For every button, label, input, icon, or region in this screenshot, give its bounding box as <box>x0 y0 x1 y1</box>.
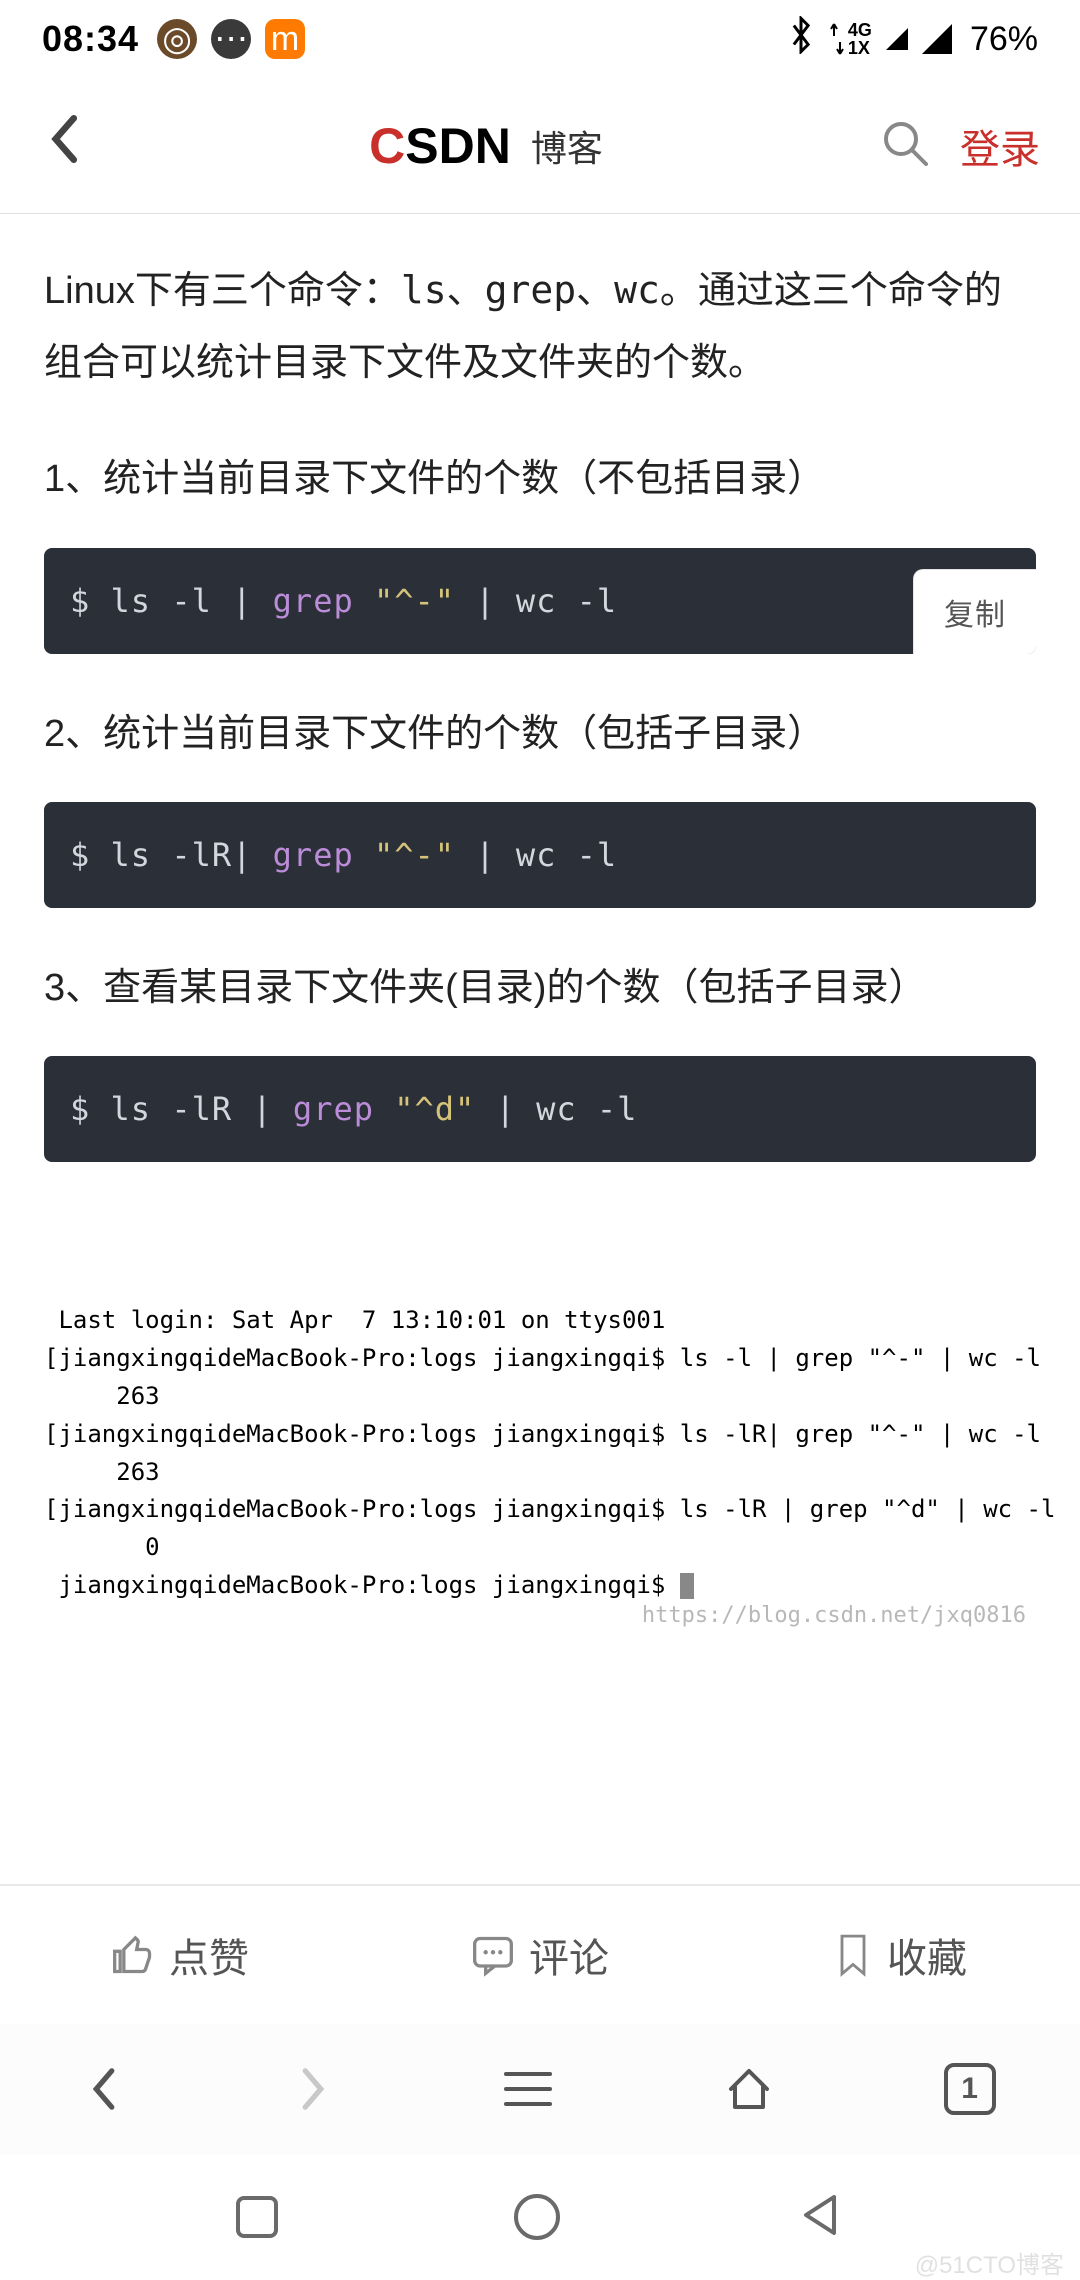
cursor-icon <box>680 1573 694 1599</box>
thumbs-up-icon <box>111 1933 155 1977</box>
terminal-watermark: https://blog.csdn.net/jxq0816 <box>44 1603 1036 1628</box>
like-button[interactable]: 点赞 <box>0 1886 360 2024</box>
back-button[interactable] <box>40 104 92 187</box>
comment-button[interactable]: 评论 <box>360 1886 720 2024</box>
app-icon-2: ⋯ <box>211 19 251 59</box>
page-watermark: @51CTO博客 <box>915 2245 1064 2280</box>
battery-level: 76% <box>970 20 1038 59</box>
bookmark-icon <box>833 1933 873 1977</box>
intro-paragraph: Linux下有三个命令：ls、grep、wc。通过这三个命令的组合可以统计目录下… <box>44 254 1036 399</box>
app-icon-3: m <box>265 19 305 59</box>
favorite-label: 收藏 <box>887 1926 967 1984</box>
logo-subtext: 博客 <box>531 120 603 172</box>
app-icon-1: ◎ <box>157 19 197 59</box>
browser-menu-button[interactable] <box>482 2058 574 2120</box>
code-block-1[interactable]: $ ls -l | grep "^-" | wc -l 复制 <box>44 548 1036 654</box>
app-header: CSDN 博客 登录 <box>0 78 1080 214</box>
browser-tabs-button[interactable]: 1 <box>924 2053 1016 2125</box>
terminal-screenshot: Last login: Sat Apr 7 13:10:01 on ttys00… <box>44 1302 1036 1605</box>
login-link[interactable]: 登录 <box>960 117 1040 175</box>
copy-button[interactable]: 复制 <box>913 569 1036 654</box>
section-2-title: 2、统计当前目录下文件的个数（包括子目录） <box>44 698 1036 770</box>
status-right: 4G1X 76% <box>786 16 1038 63</box>
status-bar: 08:34 ◎ ⋯ m 4G1X 76% <box>0 0 1080 78</box>
browser-nav: 1 <box>0 2024 1080 2154</box>
code-block-3[interactable]: $ ls -lR | grep "^d" | wc -l <box>44 1056 1036 1162</box>
action-bar: 点赞 评论 收藏 <box>0 1884 1080 2024</box>
status-time: 08:34 <box>42 18 139 60</box>
search-icon[interactable] <box>880 118 930 173</box>
mobile-data-icon: 4G1X <box>830 21 872 57</box>
code-block-2[interactable]: $ ls -lR| grep "^-" | wc -l <box>44 802 1036 908</box>
status-app-icons: ◎ ⋯ m <box>157 19 305 59</box>
back-button-sys[interactable] <box>796 2191 844 2244</box>
tab-count: 1 <box>944 2063 996 2115</box>
signal-icon-1 <box>886 28 908 50</box>
comment-icon <box>471 1933 515 1977</box>
browser-home-button[interactable] <box>703 2053 795 2125</box>
favorite-button[interactable]: 收藏 <box>720 1886 1080 2024</box>
section-1-title: 1、统计当前目录下文件的个数（不包括目录） <box>44 443 1036 515</box>
signal-icon-2 <box>922 24 952 54</box>
browser-forward-button[interactable] <box>273 2053 353 2125</box>
section-3-title: 3、查看某目录下文件夹(目录)的个数（包括子目录） <box>44 952 1036 1024</box>
like-label: 点赞 <box>169 1926 249 1984</box>
article-content: Linux下有三个命令：ls、grep、wc。通过这三个命令的组合可以统计目录下… <box>0 214 1080 1628</box>
bluetooth-icon <box>786 16 816 63</box>
comment-label: 评论 <box>529 1926 609 1984</box>
browser-back-button[interactable] <box>64 2053 144 2125</box>
home-button[interactable] <box>514 2194 560 2240</box>
recent-apps-button[interactable] <box>236 2196 278 2238</box>
logo-text: CSDN <box>369 117 511 175</box>
status-left: 08:34 ◎ ⋯ m <box>42 18 305 60</box>
site-logo[interactable]: CSDN 博客 <box>369 117 603 175</box>
